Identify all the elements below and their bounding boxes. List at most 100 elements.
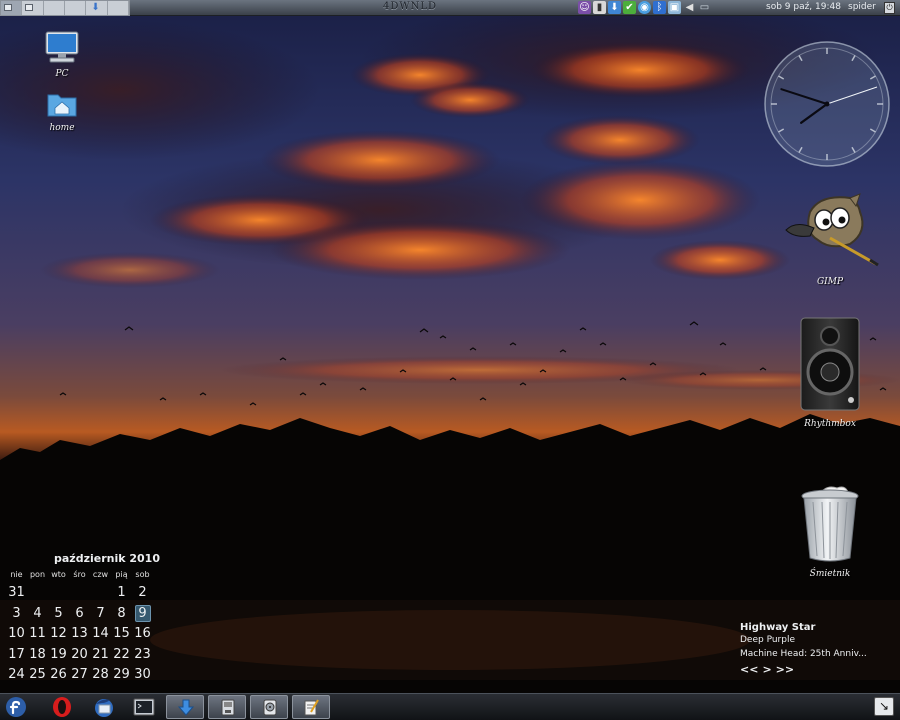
desktop-icon-label: PC	[55, 69, 69, 79]
workspace-switcher[interactable]: ⬇	[0, 0, 130, 16]
calendar-day[interactable]: 16	[132, 625, 153, 646]
calendar-day[interactable]: 15	[111, 625, 132, 646]
play-button[interactable]: >	[762, 663, 771, 676]
window-thumbnail	[4, 4, 12, 11]
song-title: Highway Star	[740, 622, 816, 633]
calendar-day	[48, 584, 69, 605]
calendar-weekday: sob	[135, 570, 150, 579]
task-file-manager[interactable]	[208, 695, 246, 719]
thunderbird-icon[interactable]	[93, 696, 115, 718]
calendar-day[interactable]: 18	[27, 646, 48, 667]
shutdown-icon[interactable]: ⏻	[884, 2, 895, 14]
desktop-icon-label: home	[49, 123, 75, 133]
desktop-icon-rhythmbox[interactable]: Rhythmbox	[790, 316, 870, 429]
calendar-weekday: pią	[115, 570, 128, 579]
trash-icon	[801, 486, 859, 562]
task-download-manager[interactable]	[166, 695, 204, 719]
calendar-day[interactable]: 6	[69, 605, 90, 626]
calendar-day[interactable]: 29	[111, 666, 132, 687]
user-name[interactable]: spider	[848, 2, 876, 12]
usb-icon[interactable]: ▮	[593, 1, 606, 14]
calendar-day[interactable]: 30	[132, 666, 153, 687]
calendar-today[interactable]: 9	[134, 604, 151, 622]
desktop-icon-label: GIMP	[816, 277, 843, 287]
workspace-2[interactable]	[22, 1, 44, 15]
panel-title: 4DWNLD	[382, 1, 438, 12]
calendar-day[interactable]: 21	[90, 646, 111, 667]
calendar-day[interactable]: 23	[132, 646, 153, 667]
calendar-day[interactable]: 24	[6, 666, 27, 687]
calendar-day[interactable]: 4	[27, 605, 48, 626]
calendar-day[interactable]: 1	[111, 584, 132, 605]
download-arrow-icon: ⬇	[91, 2, 100, 13]
workspace-3[interactable]	[43, 1, 65, 15]
gimp-icon	[785, 193, 879, 267]
previous-track-button[interactable]: <<	[740, 663, 758, 676]
calendar-weekday-header: nie pon wto śro czw pią sob	[6, 570, 160, 579]
download-icon[interactable]: ⬇	[608, 1, 621, 14]
calendar-day[interactable]: 19	[48, 646, 69, 667]
task-disk-utility[interactable]	[250, 695, 288, 719]
fedora-icon[interactable]	[5, 696, 27, 718]
volume-icon[interactable]: ◀	[683, 1, 696, 14]
calendar-day[interactable]: 10	[6, 625, 27, 646]
calendar-day[interactable]: 8	[111, 605, 132, 626]
desktop-icon-home[interactable]: home	[40, 90, 84, 133]
display-icon[interactable]: ▭	[698, 1, 711, 14]
speaker-icon	[800, 317, 860, 411]
workspace-4[interactable]	[64, 1, 87, 15]
update-icon[interactable]: ✔	[623, 1, 636, 14]
calendar-day[interactable]: 20	[69, 646, 90, 667]
calendar-weekday: wto	[51, 570, 66, 579]
pidgin-icon[interactable]: ☺	[578, 1, 591, 14]
calendar-day[interactable]: 9	[132, 604, 153, 626]
calendar-day[interactable]: 2	[132, 584, 153, 605]
calendar-widget: październik 2010 nie pon wto śro czw pią sob 3…	[6, 552, 160, 687]
workspace-5[interactable]: ⬇	[86, 1, 108, 15]
terminal-icon[interactable]	[133, 696, 155, 718]
show-desktop-button[interactable]: ↘	[874, 697, 894, 716]
calendar-day[interactable]: 26	[48, 666, 69, 687]
desktop-icon-trash[interactable]: Śmietnik	[790, 482, 870, 579]
workspace-1[interactable]	[1, 1, 23, 15]
panel-clock[interactable]: sob 9 paź, 19:48	[766, 2, 841, 12]
calendar-weekday: śro	[73, 570, 86, 579]
home-folder-icon	[47, 94, 77, 117]
artist-name: Deep Purple	[740, 635, 796, 645]
task-text-editor[interactable]	[292, 695, 330, 719]
desktop-icon-gimp[interactable]: GIMP	[780, 192, 880, 287]
calendar-day	[90, 584, 111, 605]
system-tray: ☺ ▮ ⬇ ✔ ◉ ᛒ ▣ ◀ ▭	[578, 1, 711, 15]
calendar-day[interactable]: 12	[48, 625, 69, 646]
opera-icon[interactable]	[51, 696, 73, 718]
album-name: Machine Head: 25th Anniv...	[740, 649, 867, 659]
workspace-6[interactable]	[107, 1, 129, 15]
bluetooth-icon[interactable]: ᛒ	[653, 1, 666, 14]
desktop-icon-pc[interactable]: PC	[40, 30, 84, 79]
calendar-day[interactable]: 17	[6, 646, 27, 667]
calendar-day[interactable]: 5	[48, 605, 69, 626]
calendar-day[interactable]: 3	[6, 605, 27, 626]
calendar-day[interactable]: 31	[6, 584, 27, 605]
file-manager-icon	[221, 699, 235, 716]
calendar-day	[27, 584, 48, 605]
calendar-day[interactable]: 13	[69, 625, 90, 646]
calendar-day[interactable]: 22	[111, 646, 132, 667]
calendar-days-grid: 31 1 2 3 4 5 6 7 8 9 10 11 12 13 14 15 16 17 18 19 20 21 22 23 2…	[6, 584, 160, 687]
calendar-day[interactable]: 11	[27, 625, 48, 646]
calendar-day[interactable]: 28	[90, 666, 111, 687]
calendar-day[interactable]: 14	[90, 625, 111, 646]
computer-icon	[45, 31, 79, 63]
calendar-weekday: nie	[10, 570, 23, 579]
calendar-day	[69, 584, 90, 605]
screenshot-icon[interactable]: ▣	[668, 1, 681, 14]
next-track-button[interactable]: >>	[776, 663, 794, 676]
calendar-day[interactable]: 7	[90, 605, 111, 626]
analog-clock-widget	[762, 39, 892, 169]
network-icon[interactable]: ◉	[638, 1, 651, 14]
disk-utility-icon	[263, 699, 277, 716]
calendar-day[interactable]: 25	[27, 666, 48, 687]
desktop-icon-label: Śmietnik	[809, 569, 851, 579]
calendar-weekday: czw	[92, 570, 109, 579]
calendar-day[interactable]: 27	[69, 666, 90, 687]
